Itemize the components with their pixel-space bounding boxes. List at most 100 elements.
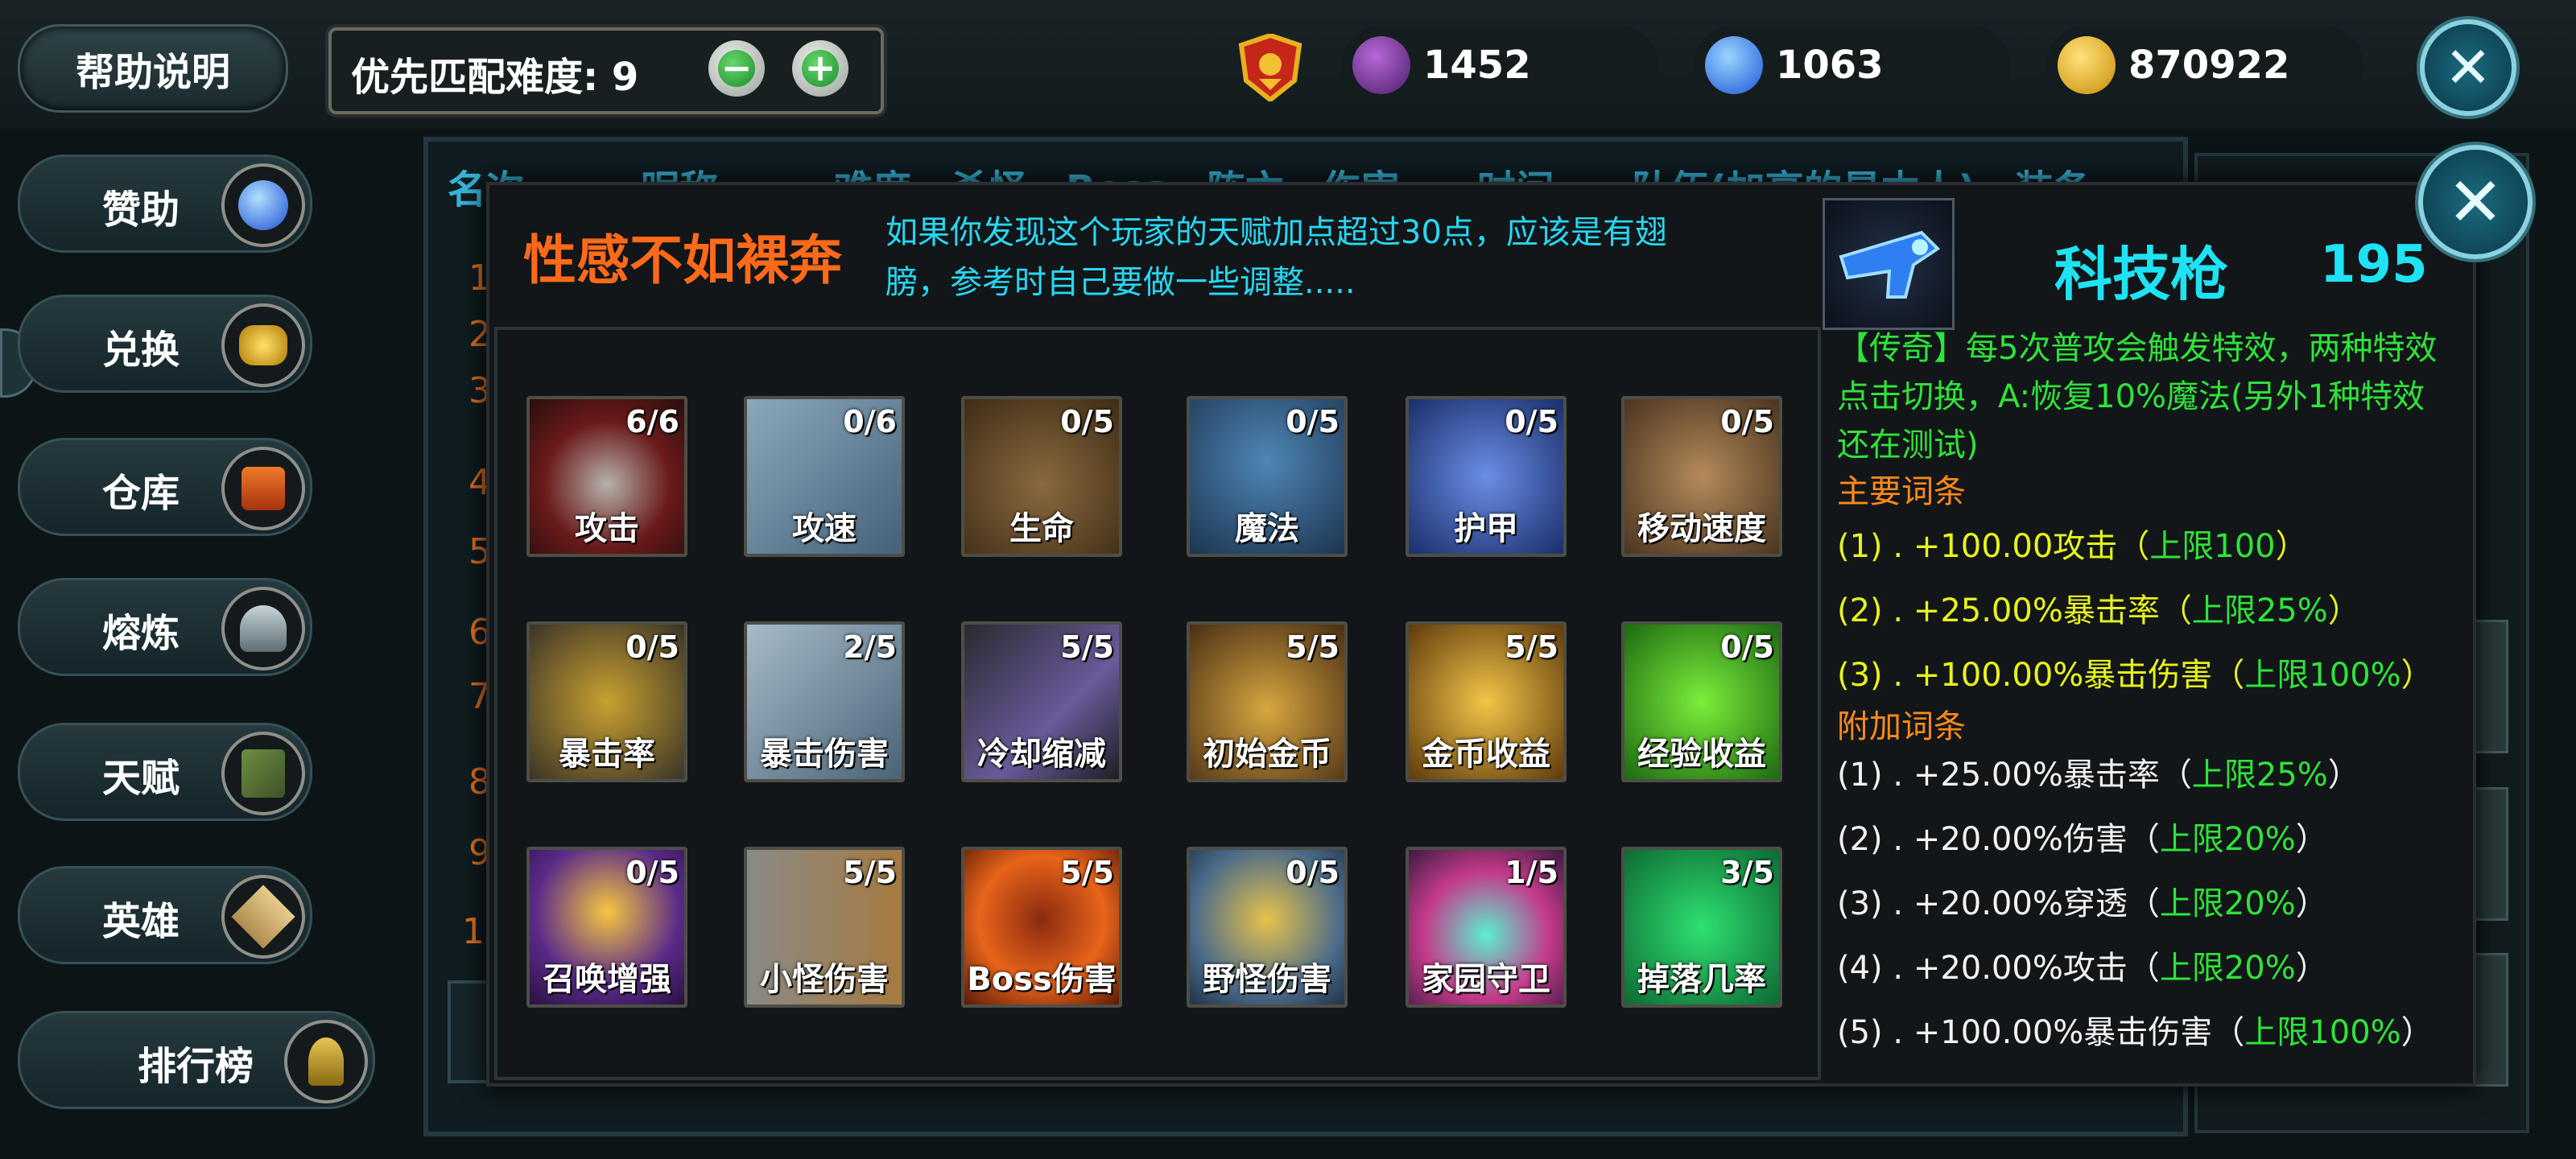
talent-count: 0/5 xyxy=(1286,404,1340,439)
talent-armor[interactable]: 0/5 护甲 xyxy=(1406,396,1567,557)
affix-text: (3) . +20.00%穿透（ xyxy=(1837,885,2160,922)
talent-start-gold[interactable]: 5/5 初始金币 xyxy=(1187,621,1348,782)
extra-affix-header: 附加词条 xyxy=(1837,708,1966,745)
talent-count: 3/5 xyxy=(1720,855,1774,890)
talent-attack[interactable]: 6/6 攻击 xyxy=(526,396,687,557)
close-icon: ✕ xyxy=(2446,163,2504,241)
sidebar-item-smelt[interactable]: 熔炼 xyxy=(18,578,312,676)
talent-crit-damage[interactable]: 2/5 暴击伤害 xyxy=(744,621,905,782)
talent-notice: 如果你发现这个玩家的天赋加点超过30点，应该是有翅膀，参考时自己要做一些调整..… xyxy=(886,214,1667,301)
talent-name: 小怪伤害 xyxy=(760,961,889,998)
sidebar-item-label: 排行榜 xyxy=(138,1044,254,1089)
talent-magic[interactable]: 0/5 魔法 xyxy=(1187,396,1348,557)
affix-limit: 上限25% xyxy=(2191,592,2328,629)
talent-name: 魔法 xyxy=(1235,510,1299,547)
talent-drop-rate[interactable]: 3/5 掉落几率 xyxy=(1621,847,1782,1008)
extra-affix: (1) . +25.00%暴击率（上限25%） xyxy=(1837,749,2360,795)
affix-close: ） xyxy=(2295,821,2328,858)
affix-text: (4) . +20.00%攻击（ xyxy=(1837,950,2160,987)
talent-count: 0/5 xyxy=(1060,404,1114,439)
talent-name: 召唤增强 xyxy=(543,961,671,998)
talent-wild-damage[interactable]: 0/5 野怪伤害 xyxy=(1187,847,1348,1008)
talent-count: 0/5 xyxy=(625,629,679,665)
talent-count: 5/5 xyxy=(1060,629,1114,665)
item-description-line: 还在测试) xyxy=(1837,427,1979,464)
affix-close: ） xyxy=(2275,528,2308,565)
talent-exp-income[interactable]: 0/5 经验收益 xyxy=(1621,621,1782,782)
talent-count: 0/5 xyxy=(1286,855,1340,890)
minus-icon: − xyxy=(718,49,755,87)
increase-difficulty-button[interactable]: + xyxy=(792,40,848,97)
extra-affix: (5) . +100.00%暴击伤害（上限100%） xyxy=(1837,1006,2434,1053)
item-score: 195 xyxy=(2320,235,2428,295)
currency-gem: 1063 xyxy=(1694,26,2011,105)
currency-value: 1063 xyxy=(1776,43,1884,88)
affix-limit: 上限20% xyxy=(2159,885,2296,922)
affix-close: ） xyxy=(2401,1014,2434,1051)
close-icon: ✕ xyxy=(2444,35,2492,101)
talent-count: 6/6 xyxy=(625,404,679,439)
guild-crest-icon[interactable] xyxy=(1238,32,1302,103)
affix-text: (1) . +100.00攻击（ xyxy=(1837,528,2150,565)
scroll-icon xyxy=(221,875,305,959)
player-name: 性感不如裸奔 xyxy=(523,229,842,291)
main-affix: (2) . +25.00%暴击率（上限25%） xyxy=(1837,584,2360,631)
talent-health[interactable]: 0/5 生命 xyxy=(961,396,1122,557)
close-popup-button[interactable]: ✕ xyxy=(2418,145,2533,259)
main-affix-header: 主要词条 xyxy=(1837,473,1966,510)
talent-count: 1/5 xyxy=(1505,855,1558,890)
decrease-difficulty-button[interactable]: − xyxy=(708,40,765,97)
sidebar-item-label: 赞助 xyxy=(102,188,180,233)
talent-summon[interactable]: 0/5 召唤增强 xyxy=(526,847,687,1008)
match-difficulty-label: 优先匹配难度: 9 xyxy=(351,55,639,100)
talent-name: Boss伤害 xyxy=(967,961,1117,998)
sidebar-item-sponsor[interactable]: 赞助 xyxy=(18,155,312,253)
talent-cooldown[interactable]: 5/5 冷却缩减 xyxy=(961,621,1122,782)
book-icon xyxy=(221,732,305,815)
currency-value: 1452 xyxy=(1423,43,1531,88)
talent-minion-damage[interactable]: 5/5 小怪伤害 xyxy=(744,847,905,1008)
blue-gem-icon xyxy=(221,163,305,247)
talent-count: 2/5 xyxy=(843,629,897,665)
affix-text: (1) . +25.00%暴击率（ xyxy=(1837,757,2192,794)
talent-gold-income[interactable]: 5/5 金币收益 xyxy=(1406,621,1567,782)
talent-count: 5/5 xyxy=(1505,629,1558,665)
talent-count: 0/5 xyxy=(1505,404,1558,439)
currency-claw: 1452 xyxy=(1341,26,1658,105)
talent-name: 初始金币 xyxy=(1203,736,1331,773)
item-name: 科技枪 xyxy=(2054,241,2229,308)
blue-gem-icon xyxy=(1705,36,1763,94)
sidebar-item-talent[interactable]: 天赋 xyxy=(18,723,312,821)
talent-attack-speed[interactable]: 0/6 攻速 xyxy=(744,396,905,557)
talent-name: 经验收益 xyxy=(1637,736,1766,773)
talent-name: 暴击率 xyxy=(559,736,655,773)
affix-close: ） xyxy=(2295,885,2328,922)
item-description-line: 【传奇】每5次普攻会触发特效，两种特效 xyxy=(1837,330,2438,367)
talent-move-speed[interactable]: 0/5 移动速度 xyxy=(1621,396,1782,557)
talent-count: 5/5 xyxy=(1286,629,1340,665)
talent-name: 野怪伤害 xyxy=(1203,961,1331,998)
talent-count: 0/5 xyxy=(1720,629,1774,665)
sidebar-item-warehouse[interactable]: 仓库 xyxy=(18,438,312,536)
trophy-icon xyxy=(284,1020,368,1103)
affix-text: (2) . +25.00%暴击率（ xyxy=(1837,592,2192,629)
affix-text: (3) . +100.00%暴击伤害（ xyxy=(1837,657,2245,694)
sidebar-item-label: 兑换 xyxy=(102,328,180,373)
talent-name: 护甲 xyxy=(1454,510,1518,547)
sidebar-item-leaderboard[interactable]: 排行榜 xyxy=(18,1011,375,1109)
talent-crit-rate[interactable]: 0/5 暴击率 xyxy=(526,621,687,782)
talent-name: 掉落几率 xyxy=(1637,961,1766,998)
talent-name: 金币收益 xyxy=(1422,736,1550,773)
talent-home-guard[interactable]: 1/5 家园守卫 xyxy=(1406,847,1567,1008)
talent-name: 攻击 xyxy=(575,510,639,547)
help-button[interactable]: 帮助说明 xyxy=(18,24,288,113)
affix-text: (5) . +100.00%暴击伤害（ xyxy=(1837,1014,2245,1051)
match-difficulty-panel: 优先匹配难度: 9 − + xyxy=(328,27,884,114)
close-main-button[interactable]: ✕ xyxy=(2420,19,2516,116)
main-affix: (1) . +100.00攻击（上限100） xyxy=(1837,520,2308,567)
sidebar-item-hero[interactable]: 英雄 xyxy=(18,866,312,964)
affix-limit: 上限100% xyxy=(2244,1014,2401,1051)
sidebar-item-exchange[interactable]: 兑换 xyxy=(18,295,312,393)
talent-boss-damage[interactable]: 5/5 Boss伤害 xyxy=(961,847,1122,1008)
gold-pile-icon xyxy=(221,303,305,387)
